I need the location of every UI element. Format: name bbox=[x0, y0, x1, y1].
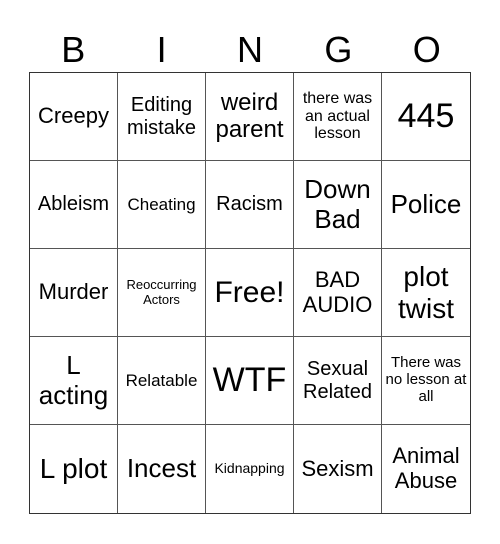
bingo-cell[interactable]: plot twist bbox=[382, 249, 470, 337]
bingo-cell[interactable]: Sexism bbox=[294, 425, 382, 513]
bingo-cell[interactable]: there was an actual lesson bbox=[294, 73, 382, 161]
bingo-cell[interactable]: Kidnapping bbox=[206, 425, 294, 513]
header-letter-b: B bbox=[61, 29, 86, 70]
header-letter-g: G bbox=[324, 29, 353, 70]
bingo-cell[interactable]: There was no lesson at all bbox=[382, 337, 470, 425]
header-letter-i: I bbox=[156, 29, 167, 70]
bingo-cell[interactable]: Sexual Related bbox=[294, 337, 382, 425]
header-letter-n: N bbox=[236, 29, 263, 70]
bingo-cell[interactable]: Police bbox=[382, 161, 470, 249]
free-space-cell[interactable]: Free! bbox=[206, 249, 294, 337]
bingo-cell[interactable]: Creepy bbox=[30, 73, 118, 161]
bingo-cell[interactable]: Editing mistake bbox=[118, 73, 206, 161]
bingo-cell[interactable]: Relatable bbox=[118, 337, 206, 425]
bingo-grid: Creepy Editing mistake weird parent ther… bbox=[29, 72, 471, 514]
bingo-cell[interactable]: Racism bbox=[206, 161, 294, 249]
bingo-cell[interactable]: L acting bbox=[30, 337, 118, 425]
bingo-cell[interactable]: weird parent bbox=[206, 73, 294, 161]
bingo-cell[interactable]: 445 bbox=[382, 73, 470, 161]
bingo-cell[interactable]: L plot bbox=[30, 425, 118, 513]
bingo-cell[interactable]: BAD AUDIO bbox=[294, 249, 382, 337]
header-letter-o: O bbox=[412, 29, 441, 70]
bingo-cell[interactable]: Murder bbox=[30, 249, 118, 337]
bingo-cell[interactable]: Cheating bbox=[118, 161, 206, 249]
bingo-header: B I N G O bbox=[29, 28, 471, 72]
bingo-cell[interactable]: Ableism bbox=[30, 161, 118, 249]
bingo-cell[interactable]: Animal Abuse bbox=[382, 425, 470, 513]
bingo-cell[interactable]: Reoccurring Actors bbox=[118, 249, 206, 337]
bingo-cell[interactable]: WTF bbox=[206, 337, 294, 425]
bingo-cell[interactable]: Down Bad bbox=[294, 161, 382, 249]
bingo-cell[interactable]: Incest bbox=[118, 425, 206, 513]
